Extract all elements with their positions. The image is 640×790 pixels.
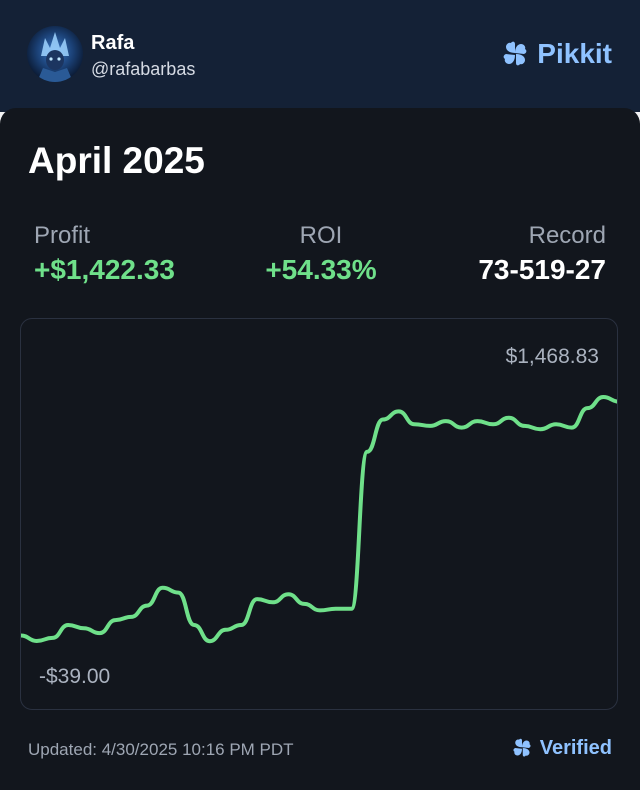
- verified-label: Verified: [539, 736, 612, 759]
- user-handle: @rafabarbas: [91, 59, 196, 79]
- record-value: 73-519-27: [478, 254, 606, 285]
- roi-stat: ROI +54.33%: [258, 222, 384, 286]
- profile-header: Rafa @rafabarbas Pikkit: [0, 0, 640, 112]
- brand-name: Pikkit: [537, 38, 612, 69]
- verified-badge[interactable]: Verified: [510, 736, 612, 760]
- chart-max-label: $1,468.83: [505, 345, 599, 368]
- profit-line: [21, 395, 617, 644]
- user-name: Rafa: [91, 32, 135, 54]
- roi-value: +54.33%: [265, 254, 377, 285]
- clover-icon: [503, 41, 527, 66]
- roi-label: ROI: [299, 222, 343, 249]
- profit-value: +$1,422.33: [34, 254, 175, 285]
- updated-timestamp: Updated: 4/30/2025 10:16 PM PDT: [28, 740, 294, 759]
- monthly-summary-card: April 2025 Profit +$1,422.33 ROI +54.33%…: [0, 108, 640, 790]
- profit-chart-svg: [21, 395, 617, 644]
- record-label: Record: [528, 222, 606, 249]
- user-avatar[interactable]: [27, 26, 83, 82]
- profit-label: Profit: [34, 222, 91, 249]
- brand-logo[interactable]: Pikkit: [499, 38, 612, 70]
- profit-stat: Profit +$1,422.33: [34, 222, 175, 286]
- clover-icon: [513, 738, 531, 757]
- record-stat: Record 73-519-27: [478, 222, 606, 286]
- month-title: April 2025: [28, 140, 205, 181]
- avatar-image: [27, 26, 83, 82]
- profit-chart[interactable]: $1,468.83 -$39.00: [20, 318, 618, 710]
- chart-min-label: -$39.00: [39, 665, 111, 688]
